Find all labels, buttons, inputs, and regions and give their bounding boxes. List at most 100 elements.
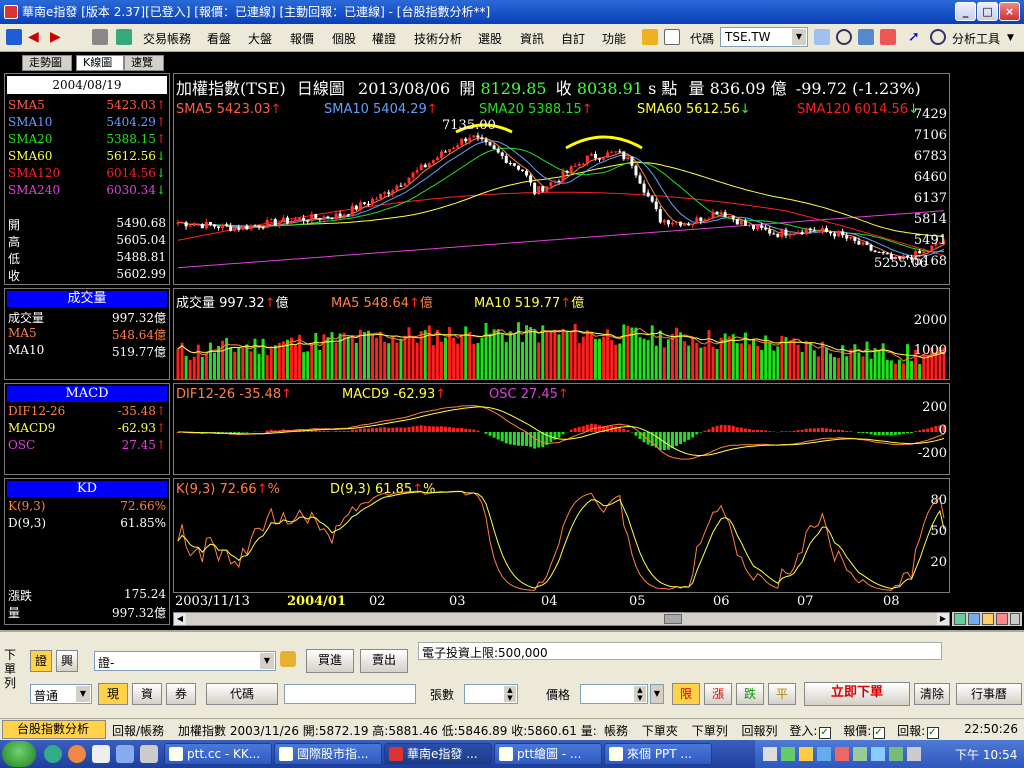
task-hnc-active[interactable]: 華南e指發 ... <box>384 743 492 765</box>
chevron-down-icon[interactable]: ▼ <box>792 29 806 45</box>
start-button[interactable] <box>2 741 36 767</box>
search-icon[interactable] <box>836 29 852 45</box>
zoom-icon[interactable] <box>858 29 874 45</box>
calendar-button[interactable]: 行事曆 <box>956 683 1022 705</box>
scroll-left-icon[interactable]: ◀ <box>174 613 186 625</box>
tray-icon[interactable] <box>871 747 885 761</box>
order-code-input[interactable] <box>284 684 416 704</box>
task-ptt-draw[interactable]: ptt繪圖 - ... <box>494 743 602 765</box>
limit-down-button[interactable]: 跌 <box>736 683 764 705</box>
clear-button[interactable]: 清除 <box>914 683 950 705</box>
tray-icon[interactable] <box>799 747 813 761</box>
mode-securities-button[interactable]: 證 <box>30 650 52 672</box>
limit-price-button[interactable]: 限 <box>672 683 700 705</box>
qty-input[interactable]: ▲ ▼ <box>464 684 518 704</box>
chevron-down-icon[interactable]: ▼ <box>76 686 90 702</box>
price-chart-panel[interactable]: 加權指數(TSE) 日線圖 2013/08/06 開 8129.85 收 803… <box>173 73 950 285</box>
menu-watch[interactable]: 看盤 <box>207 30 231 47</box>
lock-icon[interactable] <box>280 651 296 667</box>
stepper-icon[interactable]: ▲ ▼ <box>634 686 646 702</box>
short-button[interactable]: 券 <box>166 683 196 705</box>
menu-info[interactable]: 資訊 <box>520 30 544 47</box>
print-icon[interactable] <box>92 29 108 45</box>
tray-icon[interactable] <box>853 747 867 761</box>
tray-icon[interactable] <box>835 747 849 761</box>
forward-icon[interactable]: ▶ <box>50 29 66 45</box>
minimize-button[interactable]: _ <box>955 2 976 21</box>
maximize-button[interactable]: □ <box>977 2 998 21</box>
margin-button[interactable]: 資 <box>132 683 162 705</box>
status-report-bar[interactable]: 回報列 <box>742 724 778 738</box>
limit-up-button[interactable]: 漲 <box>704 683 732 705</box>
status-order-folder[interactable]: 下單夾 <box>642 724 678 738</box>
tray-icon[interactable] <box>781 747 795 761</box>
task-ppt[interactable]: 來個 PPT ... <box>604 743 712 765</box>
menu-custom[interactable]: 自訂 <box>561 30 585 47</box>
menu-stock-picker[interactable]: 選股 <box>478 30 502 47</box>
task-market-index[interactable]: 國際股市指... <box>274 743 382 765</box>
dropdown-arrow-icon[interactable]: ▼ <box>1007 33 1014 43</box>
order-type-select[interactable]: 普通 ▼ <box>30 684 92 704</box>
pencil-icon[interactable] <box>642 29 658 45</box>
bank-icon[interactable] <box>814 29 830 45</box>
menu-trade-account[interactable]: 交易帳務 <box>143 30 191 47</box>
submit-order-button[interactable]: 立即下單 <box>804 682 910 706</box>
price-dropdown-icon[interactable]: ▼ <box>650 684 664 704</box>
analysis-search-icon[interactable] <box>930 29 946 45</box>
window-icon[interactable] <box>116 29 132 45</box>
tab-quick-view[interactable]: 速覽 <box>124 55 164 71</box>
ie-icon[interactable] <box>116 745 134 763</box>
chrome-icon[interactable] <box>68 745 86 763</box>
chevron-down-icon[interactable]: ▼ <box>260 653 274 669</box>
close-button[interactable]: × <box>999 2 1020 21</box>
menu-market[interactable]: 大盤 <box>248 30 272 47</box>
cursor-icon[interactable]: ➚ <box>908 29 924 45</box>
analysis-tools-menu[interactable]: 分析工具 <box>952 30 1000 47</box>
volume-chart-panel[interactable]: 成交量 997.32↑億 MA5 548.64↑億 MA10 519.77↑億 20… <box>173 288 950 380</box>
folder-icon[interactable] <box>140 745 158 763</box>
menu-quote[interactable]: 報價 <box>290 30 314 47</box>
kd-chart-panel[interactable]: K(9,3) 72.66↑% D(9,3) 61.85↑% 80 50 20 <box>173 478 950 593</box>
status-order-bar[interactable]: 下單列 <box>692 724 728 738</box>
volume-icon[interactable] <box>907 747 921 761</box>
back-icon[interactable]: ◀ <box>28 29 44 45</box>
note-icon[interactable] <box>664 29 680 45</box>
chart-scrollbar[interactable]: ◀ ▶ <box>173 612 950 626</box>
network-icon[interactable] <box>889 747 903 761</box>
scroll-right-icon[interactable]: ▶ <box>937 613 949 625</box>
menu-tech-analysis[interactable]: 技術分析 <box>414 30 462 47</box>
sell-button[interactable]: 賣出 <box>360 649 408 673</box>
price-input[interactable]: ▲ ▼ <box>580 684 648 704</box>
quicklaunch-icon[interactable] <box>44 745 62 763</box>
mode-otc-button[interactable]: 興 <box>56 650 78 672</box>
tray-icon[interactable] <box>817 747 831 761</box>
flat-price-button[interactable]: 平 <box>768 683 796 705</box>
tab-intraday[interactable]: 走勢圖 <box>22 55 72 71</box>
macd-chart-panel[interactable]: DIF12-26 -35.48↑ MACD9 -62.93↑ OSC 27.45↑ … <box>173 383 950 475</box>
buy-button[interactable]: 買進 <box>306 649 354 673</box>
status-tab-report[interactable]: 回報/帳務 <box>112 722 164 739</box>
explorer-icon[interactable] <box>92 745 110 763</box>
chart-type-icon[interactable] <box>954 613 966 625</box>
home-icon[interactable] <box>6 29 22 45</box>
account-select[interactable]: 證- ▼ <box>94 651 276 671</box>
code-button[interactable]: 代碼 <box>206 683 278 705</box>
menu-function[interactable]: 功能 <box>602 30 626 47</box>
alert-icon[interactable] <box>880 29 896 45</box>
zoom-out-icon[interactable] <box>996 613 1008 625</box>
cash-button[interactable]: 現 <box>98 683 128 705</box>
status-tab-index[interactable]: 台股指數分析 <box>2 720 106 739</box>
status-account[interactable]: 帳務 <box>604 724 628 738</box>
tab-kline[interactable]: K線圖 <box>76 55 124 71</box>
grid-icon[interactable] <box>968 613 980 625</box>
menu-warrant[interactable]: 權證 <box>372 30 396 47</box>
scroll-thumb[interactable] <box>664 614 682 624</box>
menu-stock[interactable]: 個股 <box>332 30 356 47</box>
y-tick-label: 20 <box>930 555 947 570</box>
zoom-in-icon[interactable] <box>982 613 994 625</box>
code-input[interactable]: TSE.TW ▼ <box>720 27 808 47</box>
stepper-icon[interactable]: ▲ ▼ <box>504 686 516 702</box>
tray-icon[interactable] <box>763 747 777 761</box>
task-ptt-kk[interactable]: ptt.cc - KK... <box>164 743 272 765</box>
settings-icon[interactable] <box>1010 613 1020 625</box>
